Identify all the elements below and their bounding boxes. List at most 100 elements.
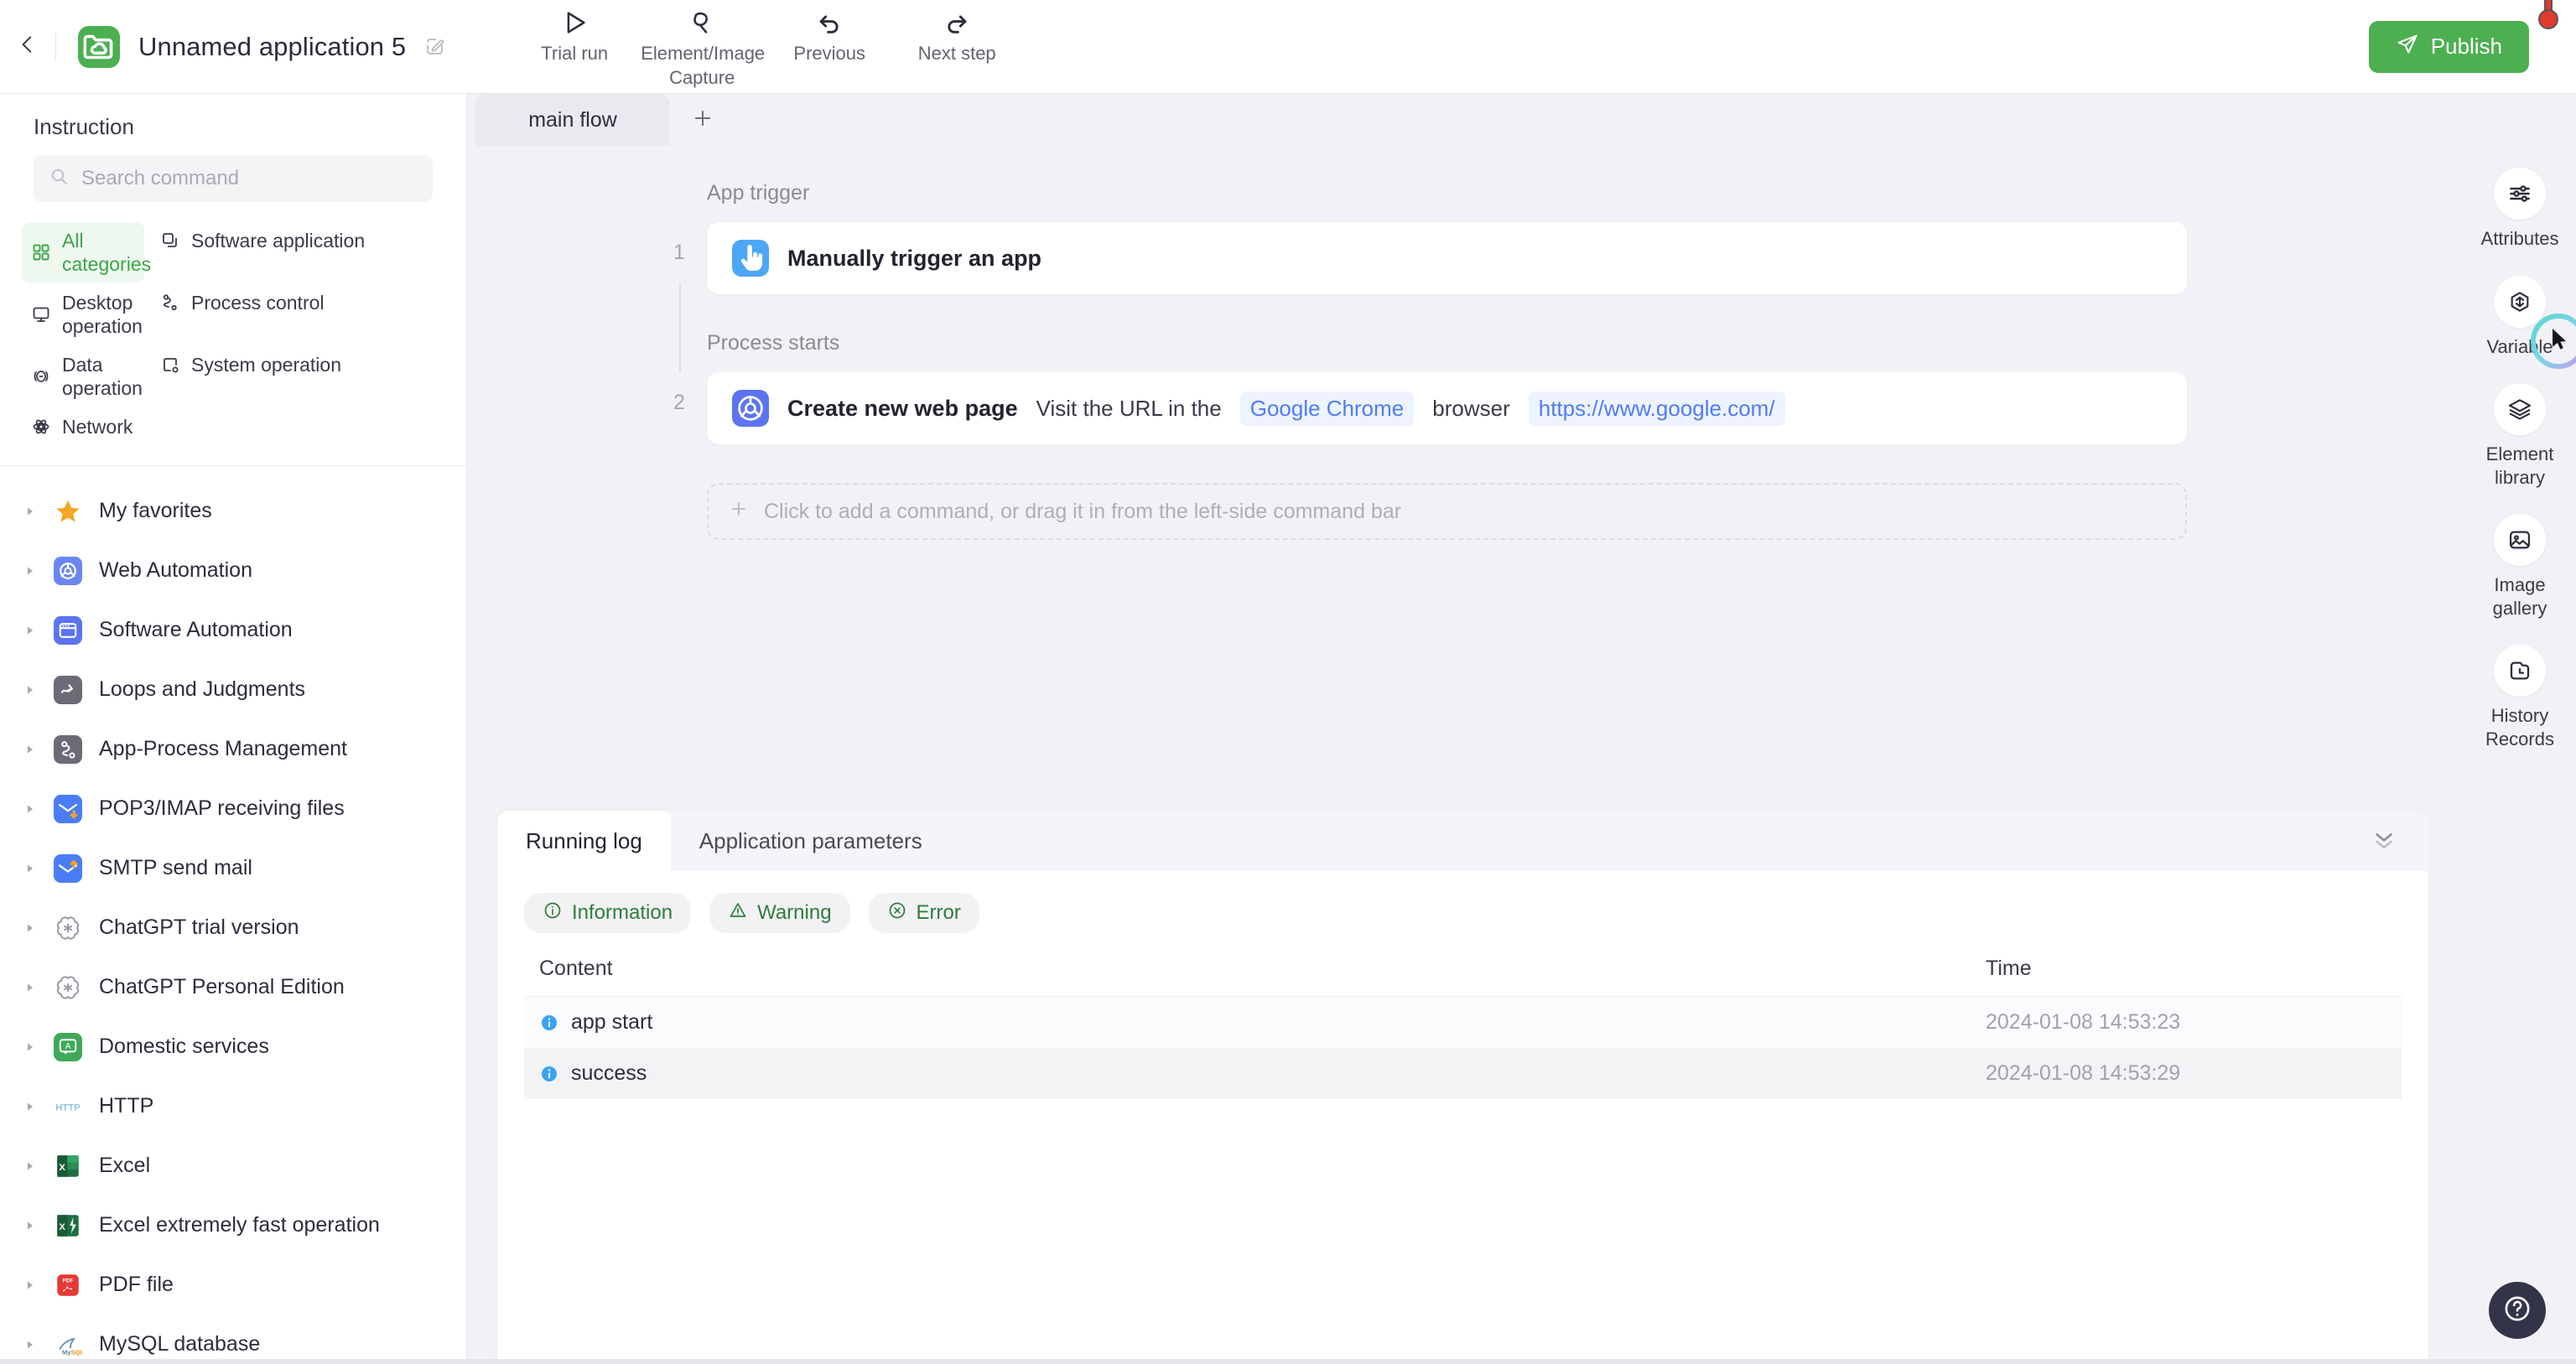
tree-item-chatgpt-personal[interactable]: ChatGPT Personal Edition xyxy=(0,957,466,1017)
search-command-box[interactable] xyxy=(34,155,433,202)
star-icon xyxy=(52,495,84,527)
chevron-right-icon[interactable] xyxy=(23,981,37,994)
app-identity: Unnamed application 5 xyxy=(78,25,445,68)
chevron-right-icon[interactable] xyxy=(23,1100,37,1113)
edit-pencil-icon[interactable] xyxy=(424,36,445,57)
tree-item-excel[interactable]: X Excel xyxy=(0,1136,466,1195)
add-flow-tab-button[interactable] xyxy=(670,94,735,146)
plus-icon xyxy=(691,106,714,134)
step-number: 1 xyxy=(662,222,697,283)
category-system-operation[interactable]: System operation xyxy=(151,346,444,383)
category-software-application[interactable]: Software application xyxy=(151,222,444,259)
flow-editor: main flow App trigger 1 Manually trigger… xyxy=(467,94,2464,1364)
svg-text:PDF: PDF xyxy=(63,1278,74,1284)
tree-item-software-automation[interactable]: Software Automation xyxy=(0,600,466,660)
tree-item-domestic-services[interactable]: A Domestic services xyxy=(0,1017,466,1076)
url-pill[interactable]: https://www.google.com/ xyxy=(1528,391,1785,426)
tree-item-app-process-management[interactable]: App-Process Management xyxy=(0,719,466,779)
chevron-right-icon[interactable] xyxy=(23,1040,37,1054)
chevron-right-icon[interactable] xyxy=(23,1338,37,1351)
tree-item-http[interactable]: HTTP HTTP xyxy=(0,1076,466,1136)
step-card-create-new-web-page[interactable]: Create new web page Visit the URL in the… xyxy=(707,372,2187,444)
back-button[interactable] xyxy=(0,34,55,60)
flow-canvas[interactable]: App trigger 1 Manually trigger an app Pr… xyxy=(467,146,2464,779)
collapse-log-button[interactable] xyxy=(2370,825,2398,858)
log-time-cell: 2024-01-08 14:53:23 xyxy=(1966,996,2402,1048)
search-input[interactable] xyxy=(81,167,418,190)
help-button[interactable] xyxy=(2489,1282,2546,1339)
tree-item-label: PDF file xyxy=(99,1273,174,1297)
publish-button[interactable]: Publish xyxy=(2368,20,2529,73)
log-content-text: app start xyxy=(571,1010,653,1034)
command-tree[interactable]: My favorites Web Automation Software Aut… xyxy=(0,466,466,1364)
redo-arrow-icon xyxy=(943,5,971,40)
filter-error[interactable]: Error xyxy=(868,893,979,933)
browser-pill[interactable]: Google Chrome xyxy=(1239,391,1415,426)
previous-button[interactable]: Previous xyxy=(766,3,893,65)
rightbar-item-element-library[interactable]: Element library xyxy=(2465,383,2574,489)
chevron-right-icon[interactable] xyxy=(23,862,37,875)
filter-warning[interactable]: Warning xyxy=(709,893,850,933)
tree-item-excel-fast[interactable]: X Excel extremely fast operation xyxy=(0,1195,466,1255)
add-command-label: Click to add a command, or drag it in fr… xyxy=(764,499,1402,523)
sidebar-header: Instruction xyxy=(0,94,466,202)
error-circle-icon xyxy=(887,900,907,926)
trial-run-button[interactable]: Trial run xyxy=(511,3,638,65)
chevron-right-icon[interactable] xyxy=(23,624,37,637)
tree-item-smtp-send-mail[interactable]: SMTP send mail xyxy=(0,838,466,898)
filter-information[interactable]: Information xyxy=(524,893,692,933)
category-software-application-label: Software application xyxy=(191,230,366,252)
category-all[interactable]: All categories xyxy=(22,222,151,283)
section-label-app-trigger: App trigger xyxy=(707,181,810,205)
tree-item-chatgpt-trial[interactable]: ChatGPT trial version xyxy=(0,898,466,957)
tree-item-loops-and-judgments[interactable]: Loops and Judgments xyxy=(0,660,466,719)
step-card-manual-trigger[interactable]: Manually trigger an app xyxy=(707,222,2187,294)
chevron-right-icon[interactable] xyxy=(23,921,37,935)
data-icon xyxy=(30,366,52,387)
chevron-right-icon[interactable] xyxy=(23,1219,37,1232)
rightbar-item-attributes[interactable]: Attributes xyxy=(2465,168,2574,251)
table-row[interactable]: success 2024-01-08 14:53:29 xyxy=(524,1048,2402,1099)
chevron-right-icon[interactable] xyxy=(23,564,37,578)
tab-main-flow[interactable]: main flow xyxy=(475,94,670,146)
chevron-right-icon[interactable] xyxy=(23,683,37,697)
rightbar-item-history-records[interactable]: History Records xyxy=(2465,645,2574,750)
next-step-button[interactable]: Next step xyxy=(893,3,1021,65)
element-capture-button[interactable]: Element/Image Capture xyxy=(638,3,766,89)
chevron-right-icon[interactable] xyxy=(23,1278,37,1292)
table-row[interactable]: app start 2024-01-08 14:53:23 xyxy=(524,996,2402,1048)
tab-application-parameters[interactable]: Application parameters xyxy=(671,811,951,871)
tree-item-web-automation[interactable]: Web Automation xyxy=(0,541,466,600)
mail-download-icon xyxy=(52,793,84,825)
tab-running-log[interactable]: Running log xyxy=(497,811,671,871)
category-data-operation[interactable]: Data operation xyxy=(22,346,144,407)
chevron-right-icon[interactable] xyxy=(23,1159,37,1173)
windows-stack-icon xyxy=(159,230,181,252)
rightbar-item-label: History Records xyxy=(2485,705,2554,749)
category-desktop-operation[interactable]: Desktop operation xyxy=(22,284,144,345)
category-network[interactable]: Network xyxy=(22,408,144,445)
chevron-right-icon[interactable] xyxy=(23,802,37,816)
question-circle-icon xyxy=(2501,1293,2533,1329)
log-time-cell: 2024-01-08 14:53:29 xyxy=(1966,1048,2402,1099)
layers-icon xyxy=(2494,383,2546,435)
tree-item-label: Domestic services xyxy=(99,1035,269,1059)
tree-item-pop3-imap[interactable]: POP3/IMAP receiving files xyxy=(0,779,466,838)
log-content-cell: app start xyxy=(524,996,1966,1048)
mail-upload-icon xyxy=(52,853,84,884)
tree-item-label: Web Automation xyxy=(99,558,252,583)
tab-main-flow-label: main flow xyxy=(528,107,617,132)
body-row: Instruction All categories xyxy=(0,94,2576,1364)
tree-item-mysql-database[interactable]: MySQL MySQL database xyxy=(0,1315,466,1364)
category-process-control-label: Process control xyxy=(191,292,325,314)
pdf-icon: PDF xyxy=(52,1269,84,1301)
category-process-control[interactable]: Process control xyxy=(151,284,444,321)
rightbar-item-image-gallery[interactable]: Image gallery xyxy=(2465,514,2574,620)
chevron-right-icon[interactable] xyxy=(23,505,37,518)
add-command-placeholder[interactable]: Click to add a command, or drag it in fr… xyxy=(707,483,2187,540)
tree-item-my-favorites[interactable]: My favorites xyxy=(0,481,466,541)
chevron-right-icon[interactable] xyxy=(23,743,37,756)
rightbar-item-variable[interactable]: Variable xyxy=(2465,275,2574,359)
tree-item-label: ChatGPT Personal Edition xyxy=(99,975,345,999)
tree-item-pdf-file[interactable]: PDF PDF file xyxy=(0,1255,466,1315)
